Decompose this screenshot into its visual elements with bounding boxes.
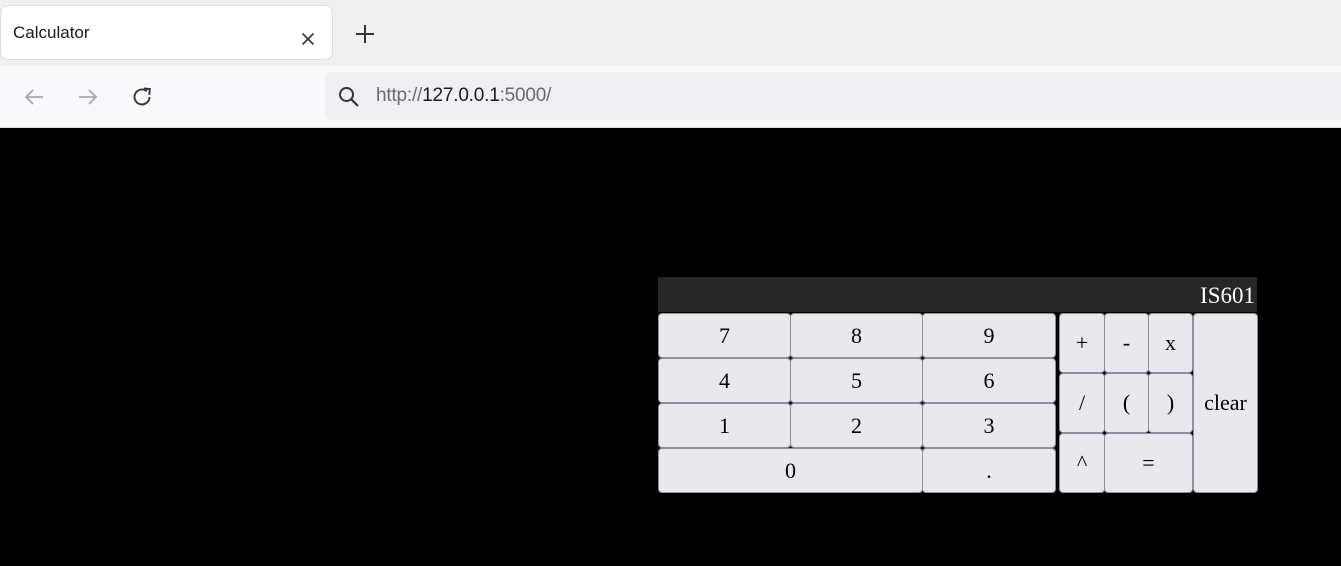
clear-button[interactable]: clear [1193,313,1258,493]
address-bar[interactable]: http://127.0.0.1:5000/ [325,72,1341,120]
key-5[interactable]: 5 [790,358,923,403]
key-equals[interactable]: = [1104,433,1193,493]
key-3[interactable]: 3 [922,403,1056,448]
close-icon[interactable] [300,31,316,47]
key-4[interactable]: 4 [658,358,791,403]
url-text: http://127.0.0.1:5000/ [376,85,551,107]
reload-icon[interactable] [130,85,154,109]
key-plus[interactable]: + [1059,313,1105,373]
tab-title: Calculator [13,23,90,42]
key-8[interactable]: 8 [790,313,923,358]
key-close-paren[interactable]: ) [1148,373,1193,433]
key-1[interactable]: 1 [658,403,791,448]
url-scheme: http:// [376,85,423,106]
key-0[interactable]: 0 [658,448,923,493]
key-divide[interactable]: / [1059,373,1105,433]
key-7[interactable]: 7 [658,313,791,358]
calculator-display: IS601 [658,277,1257,312]
tab-calculator[interactable]: Calculator [1,6,332,59]
display-value: IS601 [1200,283,1255,308]
navigation-bar: http://127.0.0.1:5000/ [0,66,1341,128]
back-arrow-icon[interactable] [22,85,46,109]
search-icon [339,87,359,107]
key-power[interactable]: ^ [1059,433,1105,493]
key-minus[interactable]: - [1104,313,1149,373]
tab-strip: Calculator [0,0,1341,66]
new-tab-plus-icon[interactable] [353,22,377,46]
calculator: IS601 7 8 9 4 5 6 1 2 3 0 . + - x / ( ) … [657,277,1258,493]
key-decimal[interactable]: . [922,448,1056,493]
key-6[interactable]: 6 [922,358,1056,403]
forward-arrow-icon[interactable] [76,85,100,109]
key-open-paren[interactable]: ( [1104,373,1149,433]
key-multiply[interactable]: x [1148,313,1193,373]
url-port-path: :5000/ [499,85,552,106]
browser-window: Calculator http://127.0.0.1:5000/ IS601 … [0,0,1341,566]
key-2[interactable]: 2 [790,403,923,448]
url-host: 127.0.0.1 [422,85,500,106]
key-9[interactable]: 9 [922,313,1056,358]
